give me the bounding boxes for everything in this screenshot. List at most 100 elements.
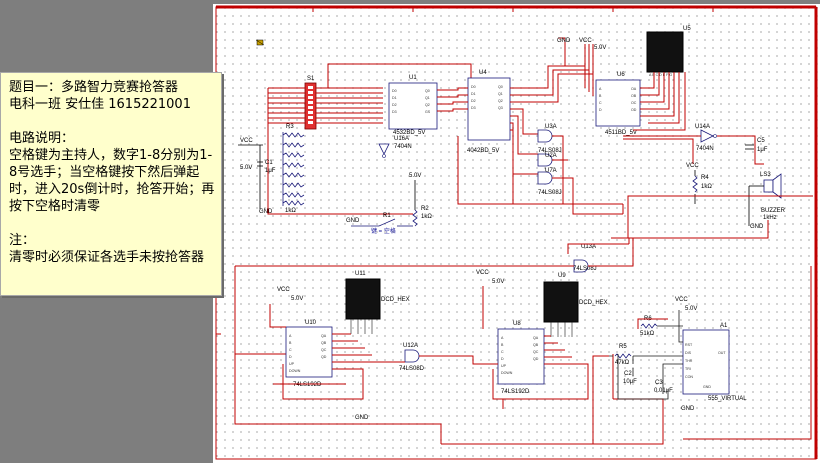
svg-text:C: C bbox=[289, 348, 292, 352]
u9-display[interactable]: U9 DCD_HEX bbox=[543, 273, 608, 337]
svg-text:OD: OD bbox=[631, 108, 637, 112]
u1-chip[interactable]: U1 4532BD_5V D0D1 D2D3 Q0Q1 Q2GS bbox=[388, 75, 438, 136]
u9-label: U9 bbox=[558, 273, 566, 279]
vcc-label-1: VCC bbox=[240, 138, 253, 144]
svg-text:DIS: DIS bbox=[685, 351, 692, 355]
s1-switch[interactable]: S1 bbox=[304, 76, 317, 130]
u5-display[interactable]: U5 A B C D E F G bbox=[646, 26, 691, 77]
schematic-canvas[interactable]: S1 R3 1kΩ VCC 5.0V C1 1μF GND U1 4532BD_… bbox=[213, 4, 820, 463]
u16-label: U16A bbox=[394, 136, 409, 142]
u16-inverter[interactable]: U16A 7404N bbox=[378, 136, 412, 158]
ls3-buzzer[interactable]: LS3 BUZZER 1kHz GND bbox=[748, 172, 786, 230]
svg-text:Q3: Q3 bbox=[498, 106, 503, 110]
u4-chip[interactable]: U4 4042BD_5V D0 D1 D2 D3 Q0 Q1 Q2 Q3 bbox=[467, 70, 511, 154]
c3-label: C3 bbox=[655, 380, 663, 386]
r4-resistor[interactable]: R4 1kΩ VCC bbox=[686, 163, 712, 204]
u10-label: U10 bbox=[305, 320, 317, 326]
r3-label: R3 bbox=[286, 124, 294, 130]
svg-text:D: D bbox=[599, 108, 602, 112]
u13-part: 74LS08J bbox=[573, 266, 597, 272]
gnd-lower: GND GND bbox=[355, 406, 695, 421]
r5-label: R5 bbox=[619, 344, 627, 350]
r2-value: 1kΩ bbox=[421, 214, 432, 220]
r4-label: R4 bbox=[701, 175, 709, 181]
note-title: 题目一：多路智力竞赛抢答器 bbox=[9, 80, 179, 95]
u4-label: U4 bbox=[479, 70, 487, 76]
vcc-label-3: VCC bbox=[686, 163, 699, 169]
top-power-labels: GND VCC 5.0V bbox=[557, 38, 606, 51]
svg-text:DOWN: DOWN bbox=[289, 369, 301, 373]
gnd-label-2: GND bbox=[557, 38, 571, 44]
u6-chip[interactable]: U6 4511BD_5V AB CD OAOB OCOD bbox=[595, 72, 641, 136]
svg-text:RST: RST bbox=[685, 343, 693, 347]
r5-value: 47kΩ bbox=[615, 360, 630, 366]
v5-label-4: 5.0V bbox=[291, 296, 303, 302]
gnd-label-4: GND bbox=[346, 218, 360, 224]
timer-passives[interactable]: R6 51kΩ R5 47kΩ C2 10μF C3 0.01μF bbox=[614, 316, 673, 394]
note-warn-heading: 注： bbox=[9, 233, 36, 248]
svg-text:THR: THR bbox=[685, 359, 693, 363]
a1-timer[interactable]: A1 555_VIRTUAL VCC 5.0V RST DIS THR TRI CO… bbox=[675, 297, 747, 402]
bug-icon bbox=[255, 39, 265, 46]
c5-capacitor[interactable]: C5 1μF bbox=[745, 138, 768, 153]
svg-text:GND: GND bbox=[703, 385, 711, 389]
u12-part: 74LS08D bbox=[399, 366, 425, 372]
s1-label: S1 bbox=[307, 76, 315, 82]
svg-text:UP: UP bbox=[501, 364, 507, 368]
svg-text:QD: QD bbox=[533, 357, 539, 361]
description-note: 题目一：多路智力竞赛抢答器 电科一班 安仕佳 1615221001 电路说明： … bbox=[0, 72, 222, 296]
ls3-label: LS3 bbox=[760, 172, 771, 178]
svg-text:D2: D2 bbox=[392, 103, 397, 107]
c3-value: 0.01μF bbox=[654, 388, 673, 394]
svg-text:C: C bbox=[501, 350, 504, 354]
u8-label: U8 bbox=[513, 321, 521, 327]
r1-label: R1 bbox=[383, 213, 391, 219]
u10-chip[interactable]: U10 74LS192D VCC 5.0V AB CD UPDOWN QAQB … bbox=[277, 287, 333, 388]
a1-label: A1 bbox=[720, 323, 728, 329]
vcc-label-4: VCC bbox=[277, 287, 290, 293]
u16-part: 7404N bbox=[394, 144, 412, 150]
svg-text:D3: D3 bbox=[471, 106, 476, 110]
u6-label: U6 bbox=[617, 72, 625, 78]
v5-label-5: 5.0V bbox=[492, 279, 504, 285]
vcc-label-5: VCC bbox=[476, 270, 489, 276]
u11-label: U11 bbox=[355, 271, 366, 277]
svg-text:D1: D1 bbox=[392, 96, 397, 100]
svg-text:QC: QC bbox=[321, 348, 327, 352]
r3-resistor-array[interactable]: R3 1kΩ bbox=[282, 124, 305, 214]
u14-label: U14A bbox=[695, 124, 710, 130]
u14-inverter[interactable]: U14A 7404N bbox=[695, 124, 717, 152]
c5-value: 1μF bbox=[757, 147, 768, 153]
c2-label: C2 bbox=[624, 371, 632, 377]
v5-label-2: 5.0V bbox=[594, 45, 606, 51]
svg-text:D0: D0 bbox=[392, 89, 397, 93]
svg-text:Q2: Q2 bbox=[425, 103, 430, 107]
s1-wires bbox=[267, 63, 472, 215]
v5-label-3: 5.0V bbox=[409, 173, 421, 179]
svg-text:QC: QC bbox=[533, 350, 539, 354]
u12-label: U12A bbox=[403, 343, 418, 349]
gnd-label-1: GND bbox=[259, 209, 273, 215]
u1-label: U1 bbox=[409, 75, 417, 81]
svg-text:TRI: TRI bbox=[685, 367, 691, 371]
u11-display[interactable]: U11 DCD_HEX bbox=[345, 271, 410, 334]
v5-label-1: 5.0V bbox=[240, 165, 252, 171]
c1-value: 1μF bbox=[265, 168, 276, 174]
svg-text:Q0: Q0 bbox=[425, 89, 430, 93]
vcc-label-6: VCC bbox=[675, 297, 688, 303]
u8-chip[interactable]: U8 74LS192D VCC 5.0V AB CD UPDOWN QAQB Q… bbox=[476, 270, 545, 395]
r2-resistor[interactable]: 5.0V R2 1kΩ bbox=[409, 173, 432, 227]
svg-text:OC: OC bbox=[631, 101, 637, 105]
ls3-part: BUZZER bbox=[761, 208, 786, 214]
svg-text:QB: QB bbox=[321, 341, 327, 345]
u13-and-gate[interactable]: U13A 74LS08J bbox=[573, 244, 597, 273]
svg-text:C: C bbox=[599, 101, 602, 105]
svg-text:Q1: Q1 bbox=[498, 92, 503, 96]
r1-key-switch[interactable]: GND R1 键 = 空格 bbox=[346, 213, 413, 235]
svg-text:DOWN: DOWN bbox=[501, 371, 513, 375]
u7-label: U7A bbox=[545, 168, 557, 174]
u4-part: 4042BD_5V bbox=[467, 148, 499, 154]
svg-text:D1: D1 bbox=[471, 92, 476, 96]
u12-and-gate[interactable]: U12A 74LS08D bbox=[399, 343, 425, 372]
svg-text:OUT: OUT bbox=[718, 351, 726, 355]
